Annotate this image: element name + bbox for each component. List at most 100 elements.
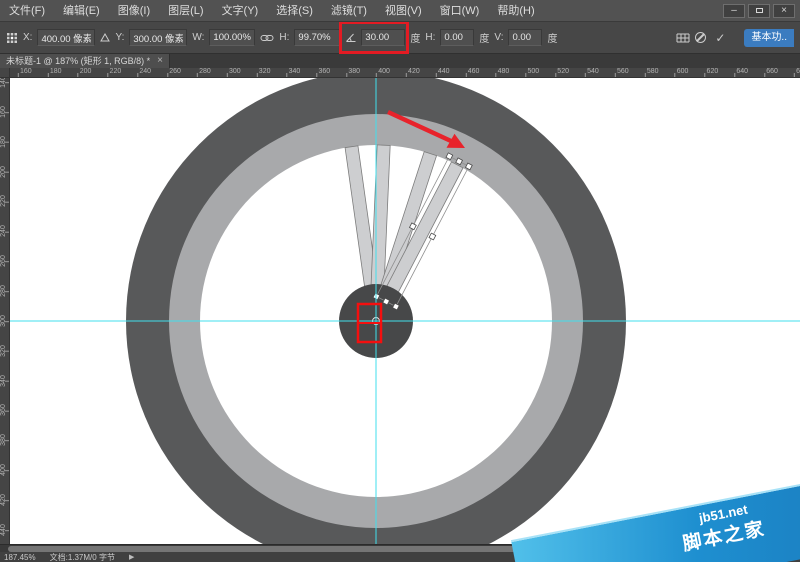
horizontal-ruler-row: 160 180 200 220 240 260 280 300 320 340 360 380 400 4…: [0, 68, 800, 78]
document-artwork[interactable]: [10, 78, 800, 544]
document-area: 140 160 180 200 220 240 260 280 300 320 340 360 380 4…: [0, 78, 800, 544]
ruler-label: 500: [527, 68, 539, 75]
menu-item[interactable]: 选择(S): [267, 0, 322, 22]
h-skew-input[interactable]: [440, 29, 474, 46]
reference-point-locator-icon[interactable]: [6, 32, 18, 44]
ruler-label: 340: [289, 68, 301, 75]
ruler-label: 300: [0, 312, 10, 330]
ruler-label: 320: [259, 68, 271, 75]
angle-unit-label: 度: [410, 30, 420, 45]
ruler-corner: [0, 68, 10, 78]
width-input[interactable]: [209, 29, 255, 46]
ruler-label: 460: [468, 68, 480, 75]
x-label: X:: [23, 32, 32, 43]
menu-item[interactable]: 视图(V): [376, 0, 431, 22]
document-tab-bar: 未标题-1 @ 187% (矩形 1, RGB/8) * ×: [0, 54, 800, 68]
close-icon[interactable]: ×: [773, 4, 795, 18]
height-input[interactable]: [294, 29, 340, 46]
ruler-label: 420: [0, 491, 10, 509]
ruler-label: 280: [0, 282, 10, 300]
menu-item[interactable]: 文件(F): [0, 0, 54, 22]
v-skew-label: V:: [494, 32, 503, 43]
ruler-label: 200: [0, 163, 10, 181]
document-tab-title: 未标题-1 @ 187% (矩形 1, RGB/8) *: [6, 54, 150, 68]
ruler-label: 180: [0, 133, 10, 151]
vertical-ruler[interactable]: 140 160 180 200 220 240 260 280 300 320 340 360 380 4…: [0, 78, 10, 544]
ruler-label: 360: [0, 401, 10, 419]
document-canvas[interactable]: [10, 78, 800, 544]
menu-item[interactable]: 图层(L): [159, 0, 212, 22]
ruler-label: 160: [0, 103, 10, 121]
height-label: H:: [279, 32, 289, 43]
menu-item[interactable]: 窗口(W): [431, 0, 489, 22]
h-skew-label: H:: [425, 32, 435, 43]
y-input[interactable]: [129, 29, 187, 46]
ruler-label: 340: [0, 372, 10, 390]
rotation-angle-group: [345, 29, 405, 46]
ruler-label: 420: [408, 68, 420, 75]
ruler-label: 440: [0, 521, 10, 539]
ruler-label: 260: [0, 252, 10, 270]
ruler-label: 140: [0, 78, 10, 91]
ruler-label: 180: [50, 68, 62, 75]
ruler-label: 560: [617, 68, 629, 75]
window-controls: – ×: [723, 4, 800, 18]
ruler-label: 680: [796, 68, 800, 75]
ruler-label: 380: [348, 68, 360, 75]
menu-item[interactable]: 帮助(H): [488, 0, 543, 22]
minimize-icon[interactable]: –: [723, 4, 745, 18]
h-skew-unit-label: 度: [479, 30, 489, 45]
ruler-label: 300: [229, 68, 241, 75]
ruler-label: 260: [169, 68, 181, 75]
ruler-label: 660: [766, 68, 778, 75]
cancel-transform-icon[interactable]: [695, 32, 706, 43]
workspace-switcher[interactable]: 基本功..: [744, 29, 794, 47]
ruler-label: 160: [20, 68, 32, 75]
ruler-label: 640: [736, 68, 748, 75]
v-skew-unit-label: 度: [547, 30, 557, 45]
ruler-label: 380: [0, 431, 10, 449]
ruler-label: 240: [0, 222, 10, 240]
ruler-label: 600: [677, 68, 689, 75]
document-info: 文档:1.37M/0 字节: [50, 552, 115, 562]
x-input[interactable]: [37, 29, 95, 46]
restore-icon[interactable]: [748, 4, 770, 18]
document-tab[interactable]: 未标题-1 @ 187% (矩形 1, RGB/8) * ×: [0, 54, 170, 68]
ruler-label: 220: [110, 68, 122, 75]
warp-mode-icon[interactable]: [676, 33, 690, 43]
menu-item[interactable]: 图像(I): [109, 0, 159, 22]
link-dimensions-icon[interactable]: [260, 33, 274, 43]
commit-transform-icon[interactable]: ✓: [711, 31, 729, 45]
ruler-label: 580: [647, 68, 659, 75]
rotation-angle-input[interactable]: [361, 29, 405, 46]
status-menu-arrow-icon[interactable]: ▶: [129, 553, 134, 561]
menu-item[interactable]: 滤镜(T): [322, 0, 376, 22]
v-skew-input[interactable]: [508, 29, 542, 46]
ruler-label: 240: [139, 68, 151, 75]
zoom-level[interactable]: 187.45%: [4, 553, 36, 562]
horizontal-ruler[interactable]: 160 180 200 220 240 260 280 300 320 340 360 380 400 4…: [10, 68, 800, 78]
tab-close-icon[interactable]: ×: [157, 54, 163, 68]
ruler-label: 620: [707, 68, 719, 75]
menu-bar: 文件(F)编辑(E)图像(I)图层(L)文字(Y)选择(S)滤镜(T)视图(V)…: [0, 0, 800, 22]
ruler-label: 220: [0, 192, 10, 210]
width-label: W:: [192, 32, 204, 43]
ruler-label: 280: [199, 68, 211, 75]
ruler-label: 540: [587, 68, 599, 75]
rotation-angle-icon: [345, 32, 357, 43]
ruler-label: 480: [498, 68, 510, 75]
menu-item[interactable]: 编辑(E): [54, 0, 109, 22]
ruler-label: 360: [319, 68, 331, 75]
menu-items: 文件(F)编辑(E)图像(I)图层(L)文字(Y)选择(S)滤镜(T)视图(V)…: [0, 0, 544, 21]
ruler-label: 440: [438, 68, 450, 75]
scrollbar-thumb[interactable]: [8, 546, 586, 552]
ruler-label: 320: [0, 342, 10, 360]
y-label: Y:: [115, 32, 124, 43]
menu-item[interactable]: 文字(Y): [213, 0, 268, 22]
transform-options-bar: X: Y: W: H: 度 H: 度 V: 度 ✓ 基本功..: [0, 22, 800, 54]
ruler-label: 520: [557, 68, 569, 75]
ruler-label: 200: [80, 68, 92, 75]
ruler-label: 400: [378, 68, 390, 75]
ruler-label: 400: [0, 461, 10, 479]
relative-position-icon[interactable]: [100, 33, 110, 42]
